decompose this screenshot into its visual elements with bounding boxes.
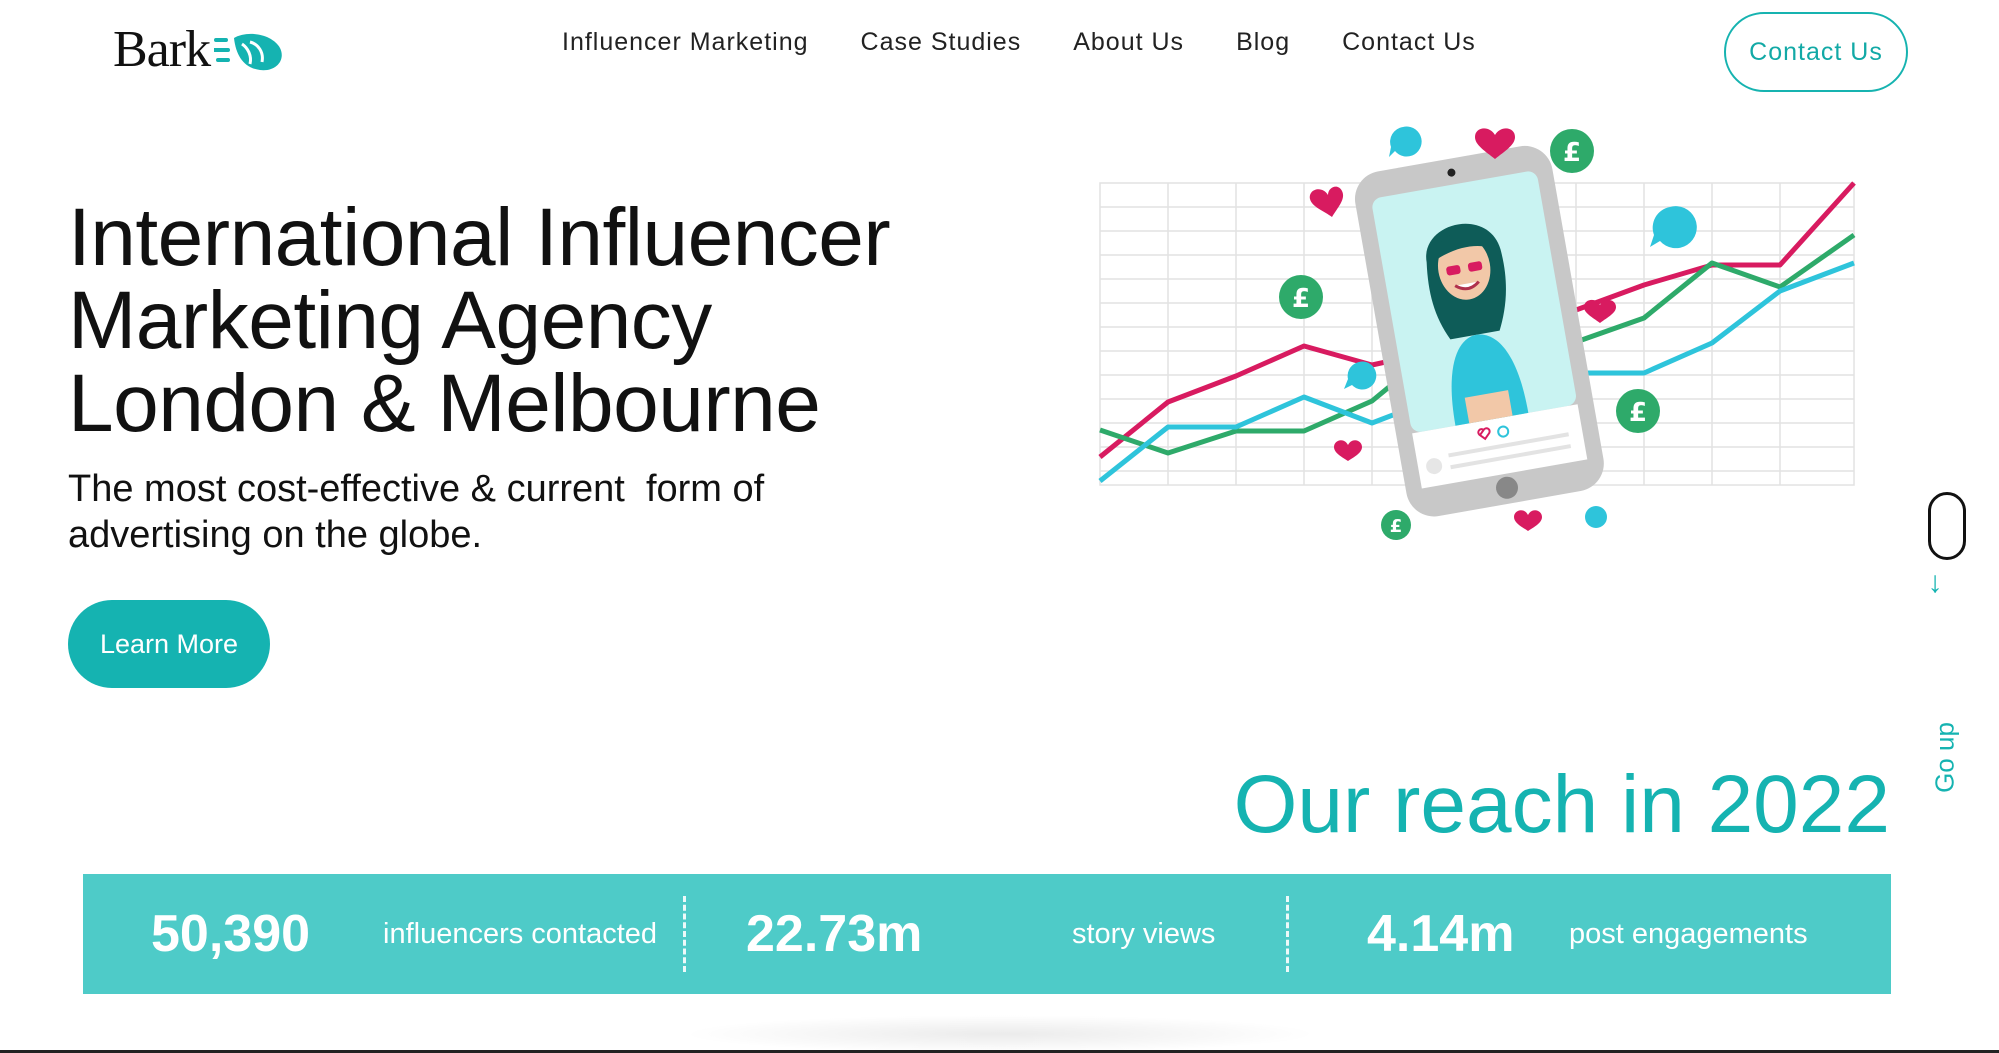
hero-title-line: International Influencer — [68, 192, 891, 283]
header-contact-button[interactable]: Contact Us — [1724, 12, 1908, 92]
bark-logo[interactable]: Bark — [113, 18, 288, 80]
heart-icon — [1514, 510, 1542, 531]
hero-subtitle-line: The most cost-effective & current form o… — [68, 468, 765, 510]
go-up-link[interactable]: Go up — [1930, 718, 1961, 798]
hero-title: International Influencer Marketing Agenc… — [68, 196, 968, 445]
nav-about-us[interactable]: About Us — [1073, 28, 1184, 57]
speech-bubble-icon — [1650, 206, 1697, 249]
scroll-down-arrow-icon[interactable]: ↓ — [1925, 566, 1945, 600]
pound-coin-icon: £ — [1550, 129, 1594, 173]
scroll-mouse-icon[interactable] — [1928, 492, 1966, 560]
heart-icon — [1309, 186, 1344, 217]
hero-illustration: £ £ £ £ — [1098, 126, 1856, 540]
speech-bubble-icon — [1585, 506, 1607, 528]
nav-blog[interactable]: Blog — [1236, 28, 1290, 57]
reach-title: Our reach in 2022 — [1233, 759, 1890, 850]
svg-text:£: £ — [1390, 516, 1403, 537]
nav-contact-us[interactable]: Contact Us — [1342, 28, 1476, 57]
svg-text:£: £ — [1563, 138, 1581, 168]
hero-title-line: London & Melbourne — [68, 358, 821, 449]
wing-logo-icon — [214, 33, 282, 71]
hero-title-line: Marketing Agency — [68, 275, 712, 366]
stat-label: post engagements — [1569, 917, 1808, 950]
pound-coin-icon: £ — [1616, 389, 1660, 433]
nav-influencer-marketing[interactable]: Influencer Marketing — [562, 28, 809, 57]
heart-icon — [1334, 440, 1362, 461]
stat-label: story views — [1072, 917, 1216, 950]
stat-influencers: 50,390 influencers contacted — [83, 874, 683, 994]
svg-text:£: £ — [1629, 398, 1647, 428]
stat-value: 4.14m — [1367, 905, 1515, 963]
main-nav: Influencer Marketing Case Studies About … — [562, 28, 1476, 57]
stat-story-views: 22.73m story views — [686, 874, 1286, 994]
speech-bubble-icon — [1344, 361, 1377, 390]
nav-case-studies[interactable]: Case Studies — [861, 28, 1022, 57]
stat-value: 22.73m — [746, 905, 923, 963]
stats-bar: 50,390 influencers contacted 22.73m stor… — [83, 874, 1891, 994]
hero-subtitle: The most cost-effective & current form o… — [68, 466, 828, 558]
stat-label: influencers contacted — [383, 917, 658, 950]
hero-subtitle-line: advertising on the globe. — [68, 514, 483, 556]
stat-post-engagements: 4.14m post engagements — [1289, 874, 1889, 994]
stat-value: 50,390 — [151, 905, 311, 963]
logo-wordmark: Bark — [113, 20, 211, 78]
smartphone-icon — [1354, 145, 1604, 517]
pound-coin-icon: £ — [1381, 510, 1411, 540]
speech-bubble-icon — [1389, 126, 1422, 157]
learn-more-button[interactable]: Learn More — [68, 600, 270, 688]
pound-coin-icon: £ — [1279, 275, 1323, 319]
section-shadow — [680, 1015, 1320, 1053]
svg-text:£: £ — [1292, 284, 1310, 314]
